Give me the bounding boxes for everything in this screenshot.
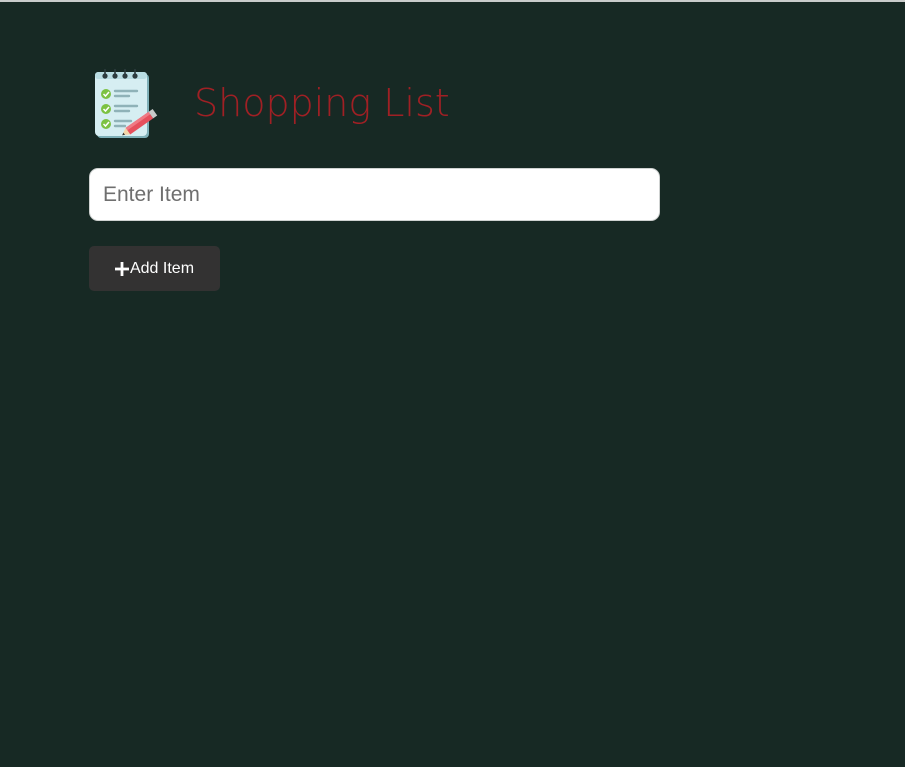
app-header: Shopping List [89, 66, 660, 142]
plus-icon [114, 261, 129, 276]
add-item-button[interactable]: Add Item [89, 246, 220, 291]
window-top-border [0, 0, 905, 2]
notepad-checklist-pencil-icon [95, 69, 158, 138]
app-container: Shopping List Add Item [89, 66, 660, 291]
item-input[interactable] [89, 168, 660, 221]
page-title: Shopping List [194, 81, 450, 125]
add-item-label: Add Item [129, 259, 195, 277]
